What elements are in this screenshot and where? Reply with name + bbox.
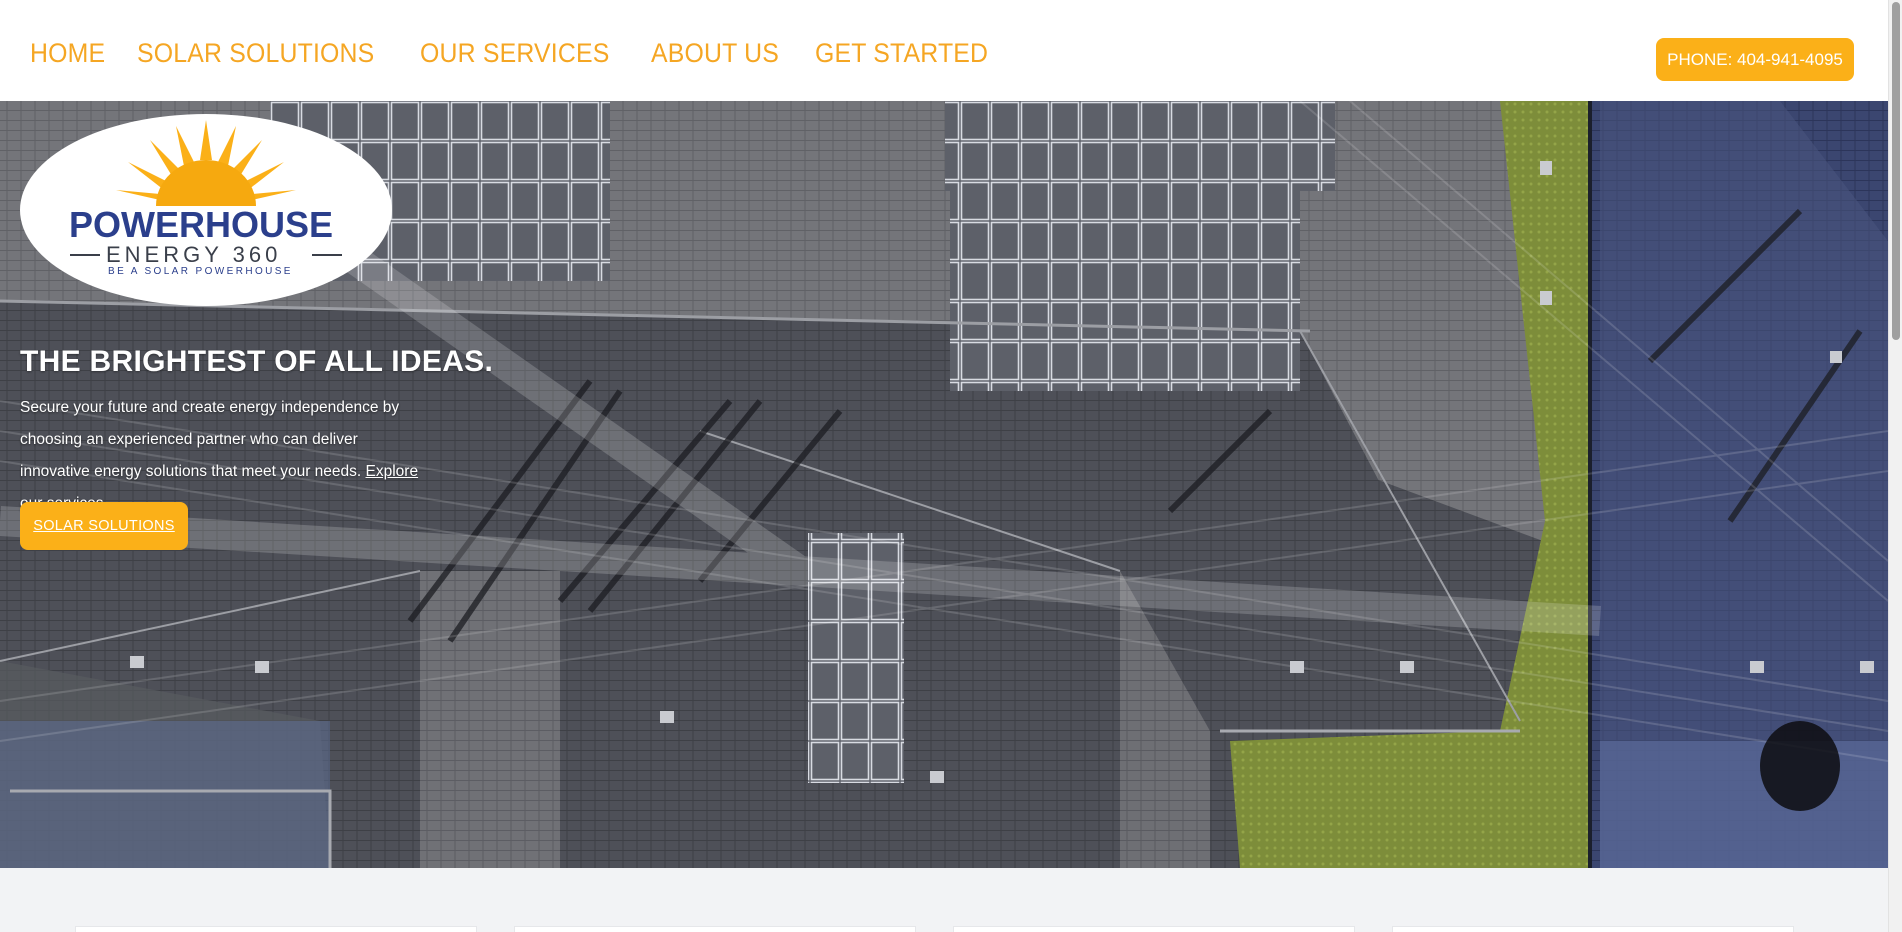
hero-description: Secure your future and create energy ind…: [20, 392, 420, 520]
logo-subwordmark: ENERGY 360: [106, 242, 282, 267]
vertical-scrollbar[interactable]: [1888, 0, 1902, 932]
phone-button[interactable]: PHONE: 404-941-4095: [1656, 38, 1854, 81]
content-section: [0, 868, 1888, 932]
nav-get-started[interactable]: GET STARTED: [815, 38, 988, 69]
logo-wordmark: POWERHOUSE: [69, 204, 334, 245]
solar-solutions-button[interactable]: SOLAR SOLUTIONS: [20, 502, 188, 550]
card-3: [953, 926, 1355, 932]
main-nav: HOME SOLAR SOLUTIONS OUR SERVICES ABOUT …: [30, 38, 1003, 69]
site-logo[interactable]: POWERHOUSE ENERGY 360 BE A SOLAR POWERHO…: [20, 114, 392, 306]
hero-description-text: Secure your future and create energy ind…: [20, 399, 400, 480]
nav-our-services[interactable]: OUR SERVICES: [420, 38, 609, 69]
card-1: [75, 926, 477, 932]
nav-about-us[interactable]: ABOUT US: [651, 38, 779, 69]
sun-icon: [116, 120, 296, 206]
logo-tagline: BE A SOLAR POWERHOUSE: [108, 266, 293, 277]
nav-solar-solutions[interactable]: SOLAR SOLUTIONS: [137, 38, 374, 69]
scrollbar-thumb[interactable]: [1892, 2, 1900, 340]
logo-divider-left: [70, 254, 100, 256]
hero-section: POWERHOUSE ENERGY 360 BE A SOLAR POWERHO…: [0, 101, 1888, 868]
nav-home[interactable]: HOME: [30, 38, 105, 69]
card-2: [514, 926, 916, 932]
site-header: HOME SOLAR SOLUTIONS OUR SERVICES ABOUT …: [0, 0, 1888, 101]
hero-headline: THE BRIGHTEST OF ALL IDEAS.: [20, 345, 494, 378]
page: HOME SOLAR SOLUTIONS OUR SERVICES ABOUT …: [0, 0, 1902, 932]
logo-divider-right: [312, 254, 342, 256]
card-4: [1392, 926, 1794, 932]
